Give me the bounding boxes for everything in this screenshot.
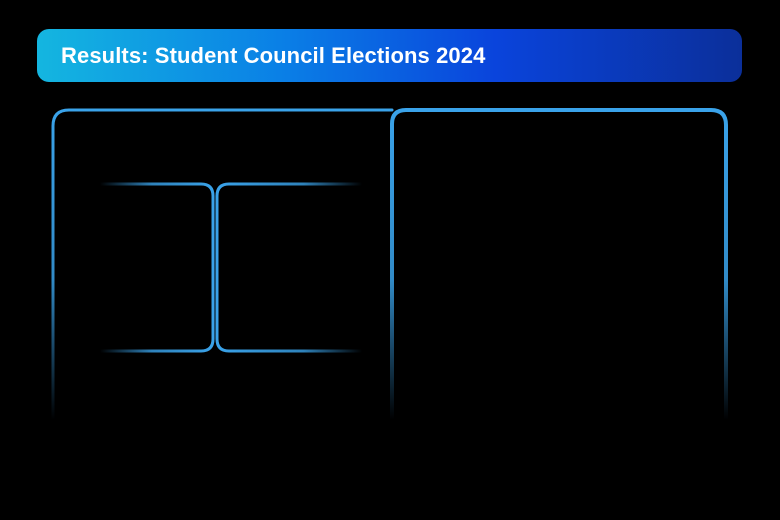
right-panel-outline	[390, 108, 728, 422]
right-inner-box-outline	[215, 182, 364, 353]
results-slide: Results: Student Council Elections 2024	[0, 0, 780, 520]
results-outline-graphic	[51, 108, 728, 422]
left-panel-outline	[51, 108, 394, 422]
left-inner-box-outline	[98, 182, 215, 353]
